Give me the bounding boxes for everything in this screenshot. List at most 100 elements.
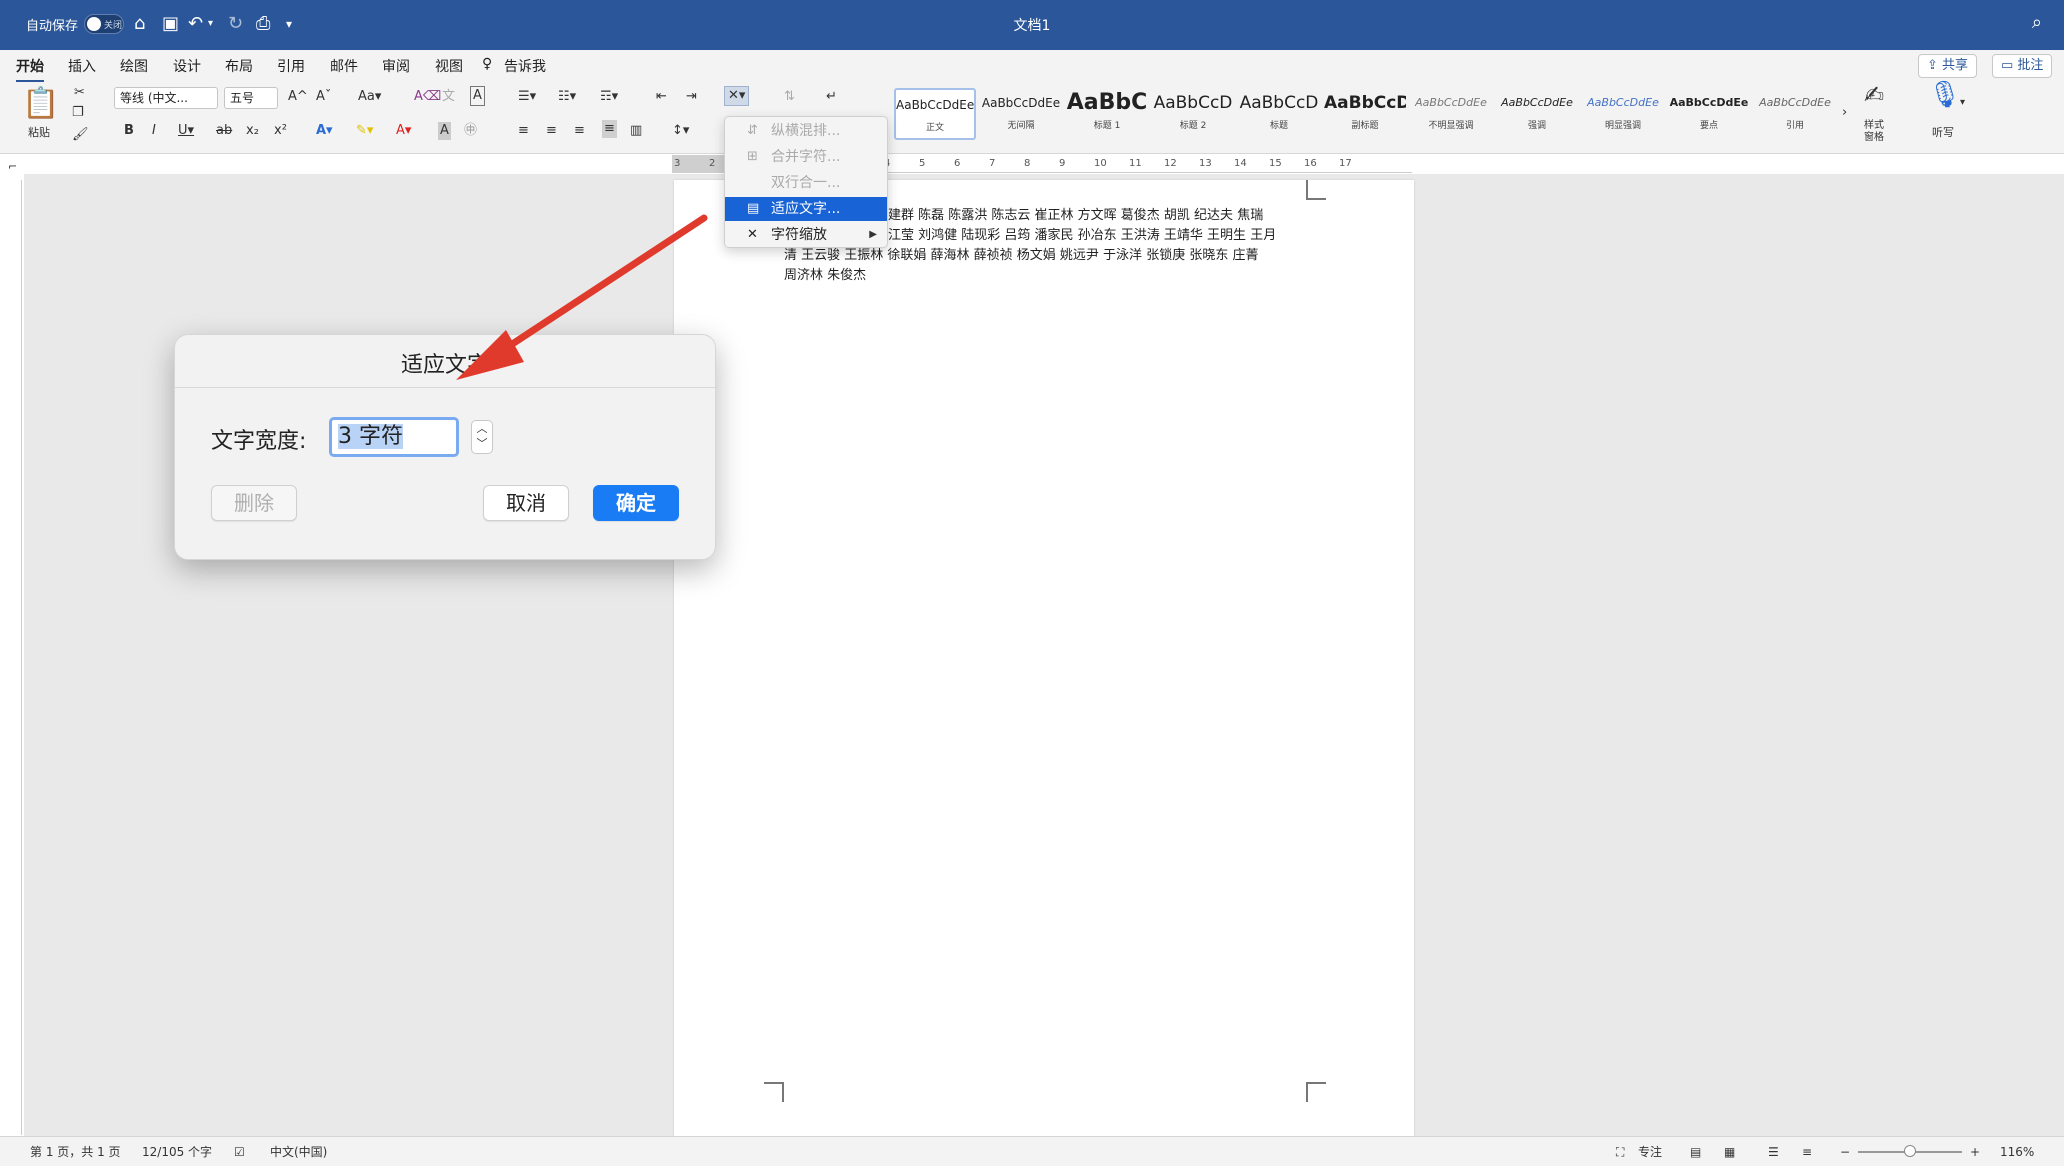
justify-icon[interactable]: ≡ bbox=[602, 120, 617, 138]
print-layout-icon[interactable]: ▤ bbox=[1690, 1145, 1701, 1159]
align-center-icon[interactable]: ≡ bbox=[546, 122, 557, 140]
draft-view-icon[interactable]: ≡ bbox=[1802, 1145, 1812, 1159]
style-title[interactable]: AaBbCcD 标题 bbox=[1238, 88, 1320, 140]
tab-review[interactable]: 审阅 bbox=[382, 56, 410, 76]
style-intense-emphasis[interactable]: AaBbCcDdEe 明显强调 bbox=[1582, 88, 1664, 140]
share-button[interactable]: ⇪ 共享 bbox=[1918, 54, 1978, 78]
styles-pane-icon[interactable]: ✍ bbox=[1864, 83, 1884, 107]
zoom-level[interactable]: 116% bbox=[2000, 1145, 2034, 1159]
increase-indent-icon[interactable]: ⇥ bbox=[686, 88, 697, 106]
tab-home[interactable]: 开始 bbox=[16, 56, 44, 82]
microphone-icon[interactable]: 🎙 bbox=[1928, 82, 1961, 108]
gallery-more-icon[interactable]: › bbox=[1842, 104, 1847, 122]
char-shading-icon[interactable]: A bbox=[438, 122, 451, 140]
style-subtitle[interactable]: AaBbCcD 副标题 bbox=[1324, 88, 1406, 140]
italic-icon[interactable]: I bbox=[152, 122, 156, 140]
change-case-icon[interactable]: Aa▾ bbox=[358, 88, 381, 106]
text-line: 周济林 朱俊杰 bbox=[784, 268, 867, 283]
strikethrough-icon[interactable]: ab bbox=[216, 122, 232, 140]
zoom-out-icon[interactable]: − bbox=[1840, 1145, 1850, 1159]
align-right-icon[interactable]: ≡ bbox=[574, 122, 585, 140]
tab-draw[interactable]: 绘图 bbox=[120, 56, 148, 76]
copy-icon[interactable]: ❐ bbox=[72, 104, 84, 122]
menu-item-combine-characters[interactable]: ⊞ 合并字符... bbox=[725, 145, 887, 169]
language-indicator[interactable]: 中文(中国) bbox=[270, 1145, 327, 1159]
ok-button[interactable]: 确定 bbox=[593, 485, 679, 521]
decrease-indent-icon[interactable]: ⇤ bbox=[656, 88, 667, 106]
tab-insert[interactable]: 插入 bbox=[68, 56, 96, 76]
align-left-icon[interactable]: ≡ bbox=[518, 122, 529, 140]
numbering-icon[interactable]: ☷▾ bbox=[558, 88, 576, 106]
zoom-slider-thumb[interactable] bbox=[1904, 1145, 1916, 1157]
tab-mailings[interactable]: 邮件 bbox=[330, 56, 358, 76]
text-effects-icon[interactable]: A▾ bbox=[316, 122, 333, 140]
bold-icon[interactable]: B bbox=[124, 122, 134, 140]
style-no-spacing[interactable]: AaBbCcDdEe 无间隔 bbox=[980, 88, 1062, 140]
dictate-dropdown-icon[interactable]: ▾ bbox=[1960, 94, 1965, 112]
grow-font-icon[interactable]: A^ bbox=[288, 88, 308, 106]
chevron-up-icon[interactable]: ︿ bbox=[472, 421, 492, 436]
bullets-icon[interactable]: ☰▾ bbox=[518, 88, 536, 106]
tab-design[interactable]: 设计 bbox=[173, 56, 201, 76]
subscript-icon[interactable]: x₂ bbox=[246, 122, 259, 140]
underline-icon[interactable]: U▾ bbox=[178, 122, 194, 140]
font-color-icon[interactable]: A▾ bbox=[396, 122, 411, 140]
style-quote[interactable]: AaBbCcDdEe 引用 bbox=[1754, 88, 1836, 140]
document-page[interactable] bbox=[674, 180, 1414, 1140]
asian-layout-icon[interactable]: ✕▾ bbox=[724, 86, 750, 106]
sort-icon[interactable]: ⇅ bbox=[784, 88, 795, 106]
style-name: 标题 1 bbox=[1093, 121, 1121, 131]
search-icon[interactable]: ⌕ bbox=[2032, 12, 2042, 33]
char-border-icon[interactable]: A bbox=[470, 86, 485, 106]
tab-references[interactable]: 引用 bbox=[277, 56, 305, 76]
style-subtle-emphasis[interactable]: AaBbCcDdEe 不明显强调 bbox=[1410, 88, 1492, 140]
focus-label[interactable]: 专注 bbox=[1638, 1145, 1662, 1159]
highlight-icon[interactable]: ✎▾ bbox=[356, 122, 373, 140]
multilevel-list-icon[interactable]: ☶▾ bbox=[600, 88, 618, 106]
menu-item-fit-text[interactable]: ▤ 适应文字... bbox=[725, 197, 887, 221]
comments-button[interactable]: ▭ 批注 bbox=[1992, 54, 2053, 78]
style-strong[interactable]: AaBbCcDdEe 要点 bbox=[1668, 88, 1750, 140]
text-width-input[interactable]: 3 字符 bbox=[329, 417, 459, 457]
ruler-tick-label: 10 bbox=[1094, 158, 1107, 169]
style-normal[interactable]: AaBbCcDdEe 正文 bbox=[894, 88, 976, 140]
delete-button[interactable]: 删除 bbox=[211, 485, 297, 521]
style-emphasis[interactable]: AaBbCcDdEe 强调 bbox=[1496, 88, 1578, 140]
tab-view[interactable]: 视图 bbox=[435, 56, 463, 76]
cut-icon[interactable]: ✂ bbox=[74, 84, 85, 102]
style-heading-1[interactable]: AaBbC 标题 1 bbox=[1066, 88, 1148, 140]
dialog-divider bbox=[175, 387, 715, 388]
enclose-char-icon[interactable]: ㊥ bbox=[464, 122, 477, 140]
vertical-ruler[interactable] bbox=[4, 180, 22, 1135]
page-count[interactable]: 第 1 页，共 1 页 bbox=[30, 1145, 121, 1159]
cancel-button[interactable]: 取消 bbox=[483, 485, 569, 521]
tab-selector-icon[interactable]: ⌐ bbox=[8, 158, 17, 176]
shrink-font-icon[interactable]: Aˇ bbox=[316, 88, 331, 106]
focus-icon[interactable]: ⛶ bbox=[1616, 1145, 1624, 1159]
paste-icon[interactable]: 📋 bbox=[22, 88, 59, 120]
phonetic-guide-icon[interactable]: 文 bbox=[442, 88, 455, 106]
paste-label: 粘贴 bbox=[28, 126, 50, 139]
outline-view-icon[interactable]: ☰ bbox=[1768, 1145, 1779, 1159]
menu-item-two-lines-in-one[interactable]: 双行合一... bbox=[725, 171, 887, 195]
chevron-down-icon[interactable]: ﹀ bbox=[472, 436, 492, 451]
word-count[interactable]: 12/105 个字 bbox=[142, 1145, 212, 1159]
proofing-icon[interactable]: ☑ bbox=[234, 1145, 245, 1159]
superscript-icon[interactable]: x² bbox=[274, 122, 287, 140]
style-heading-2[interactable]: AaBbCcD 标题 2 bbox=[1152, 88, 1234, 140]
clear-format-icon[interactable]: A⌫ bbox=[414, 88, 441, 106]
menu-item-character-scaling[interactable]: ✕ 字符缩放 ▶ bbox=[725, 223, 887, 247]
web-layout-icon[interactable]: ▦ bbox=[1724, 1145, 1735, 1159]
style-name: 明显强调 bbox=[1604, 121, 1641, 131]
text-width-stepper[interactable]: ︿ ﹀ bbox=[471, 420, 493, 454]
tell-me-search[interactable]: 告诉我 bbox=[504, 56, 546, 76]
show-marks-icon[interactable]: ↵ bbox=[826, 88, 837, 106]
font-name-select[interactable]: 等线 (中文... bbox=[114, 87, 218, 109]
distributed-icon[interactable]: ▥ bbox=[630, 122, 642, 140]
tab-layout[interactable]: 布局 bbox=[225, 56, 253, 76]
menu-item-vertical-in-horizontal[interactable]: ⇵ 纵横混排... bbox=[725, 119, 887, 143]
format-painter-icon[interactable]: 🖌 bbox=[72, 126, 89, 144]
zoom-in-icon[interactable]: + bbox=[1970, 1145, 1980, 1159]
font-size-select[interactable]: 五号 bbox=[224, 87, 278, 109]
line-spacing-icon[interactable]: ↕▾ bbox=[672, 122, 689, 140]
